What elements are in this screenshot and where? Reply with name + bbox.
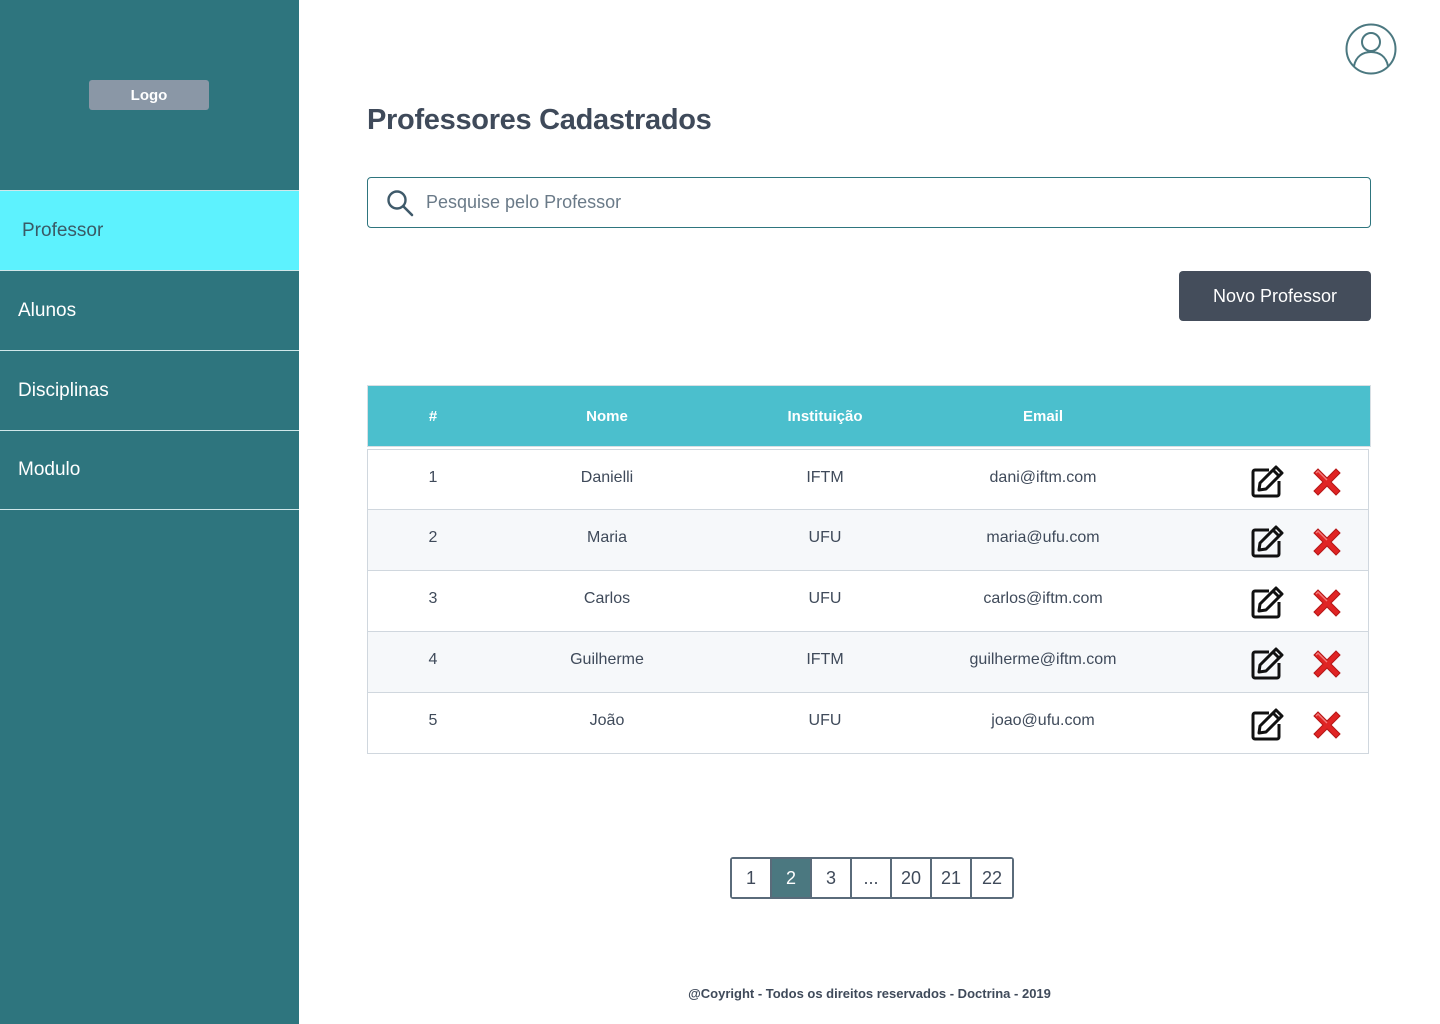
column-header-nome: Nome [586, 407, 628, 425]
sidebar: Logo Professor Alunos Disciplinas Modulo [0, 0, 299, 1024]
edit-icon[interactable] [1248, 463, 1286, 501]
table-header: # Nome Instituição Email [367, 385, 1371, 447]
cell-nome: Maria [586, 529, 628, 547]
delete-x-icon[interactable] [1308, 645, 1346, 683]
pagination: 1 2 3 ... 20 21 22 [730, 857, 1014, 899]
edit-icon[interactable] [1248, 706, 1286, 744]
delete-x-icon[interactable] [1308, 523, 1346, 561]
professors-table: # Nome Instituição Email 1 Danielli IFTM da… [367, 385, 1371, 754]
search-input[interactable] [426, 192, 1326, 213]
cell-instituicao: UFU [808, 590, 842, 608]
page-3[interactable]: 3 [812, 859, 852, 897]
cell-id: 3 [428, 590, 438, 608]
cell-email: dani@iftm.com [989, 468, 1097, 486]
edit-icon[interactable] [1248, 584, 1286, 622]
cell-nome: Guilherme [570, 651, 644, 669]
page-2-current[interactable]: 2 [772, 859, 812, 897]
page-22[interactable]: 22 [972, 859, 1012, 897]
cell-id: 2 [428, 529, 438, 547]
sidebar-item-disciplinas[interactable]: Disciplinas [0, 350, 299, 430]
delete-x-icon[interactable] [1308, 584, 1346, 622]
search-bar [367, 177, 1371, 228]
edit-icon[interactable] [1248, 523, 1286, 561]
table-row: 4 Guilherme IFTM guilherme@iftm.com [367, 632, 1369, 693]
cell-email: joao@ufu.com [991, 712, 1095, 730]
table-row: 3 Carlos UFU carlos@iftm.com [367, 571, 1369, 632]
page-20[interactable]: 20 [892, 859, 932, 897]
cell-instituicao: UFU [808, 529, 842, 547]
sidebar-item-alunos[interactable]: Alunos [0, 270, 299, 350]
sidebar-item-professor[interactable]: Professor [0, 190, 299, 270]
cell-email: guilherme@iftm.com [969, 651, 1117, 669]
delete-x-icon[interactable] [1308, 706, 1346, 744]
user-avatar-icon[interactable] [1345, 23, 1397, 75]
page-ellipsis: ... [852, 859, 892, 897]
footer-copyright: @Coyright - Todos os direitos reservados… [688, 986, 1051, 1001]
cell-id: 1 [428, 468, 438, 486]
column-header-id: # [428, 407, 438, 425]
cell-email: maria@ufu.com [986, 529, 1100, 547]
cell-nome: Danielli [580, 468, 634, 486]
page-1[interactable]: 1 [732, 859, 772, 897]
cell-nome: Carlos [583, 590, 631, 608]
cell-id: 5 [428, 712, 438, 730]
sidebar-item-modulo[interactable]: Modulo [0, 430, 299, 510]
table-row: 5 João UFU joao@ufu.com [367, 693, 1369, 754]
cell-nome: João [589, 712, 625, 730]
search-icon [387, 189, 414, 216]
cell-email: carlos@iftm.com [983, 590, 1103, 608]
cell-instituicao: IFTM [806, 651, 844, 669]
column-header-instituicao: Instituição [787, 407, 863, 425]
edit-icon[interactable] [1248, 645, 1286, 683]
cell-id: 4 [428, 651, 438, 669]
cell-instituicao: UFU [808, 712, 842, 730]
logo[interactable]: Logo [89, 80, 209, 110]
table-row: 1 Danielli IFTM dani@iftm.com [367, 449, 1369, 510]
page-21[interactable]: 21 [932, 859, 972, 897]
page-title: Professores Cadastrados [367, 104, 712, 136]
table-row: 2 Maria UFU maria@ufu.com [367, 510, 1369, 571]
new-professor-button[interactable]: Novo Professor [1179, 271, 1371, 321]
delete-x-icon[interactable] [1308, 463, 1346, 501]
cell-instituicao: IFTM [806, 468, 844, 486]
column-header-email: Email [1022, 407, 1064, 425]
sidebar-nav: Professor Alunos Disciplinas Modulo [0, 190, 299, 510]
